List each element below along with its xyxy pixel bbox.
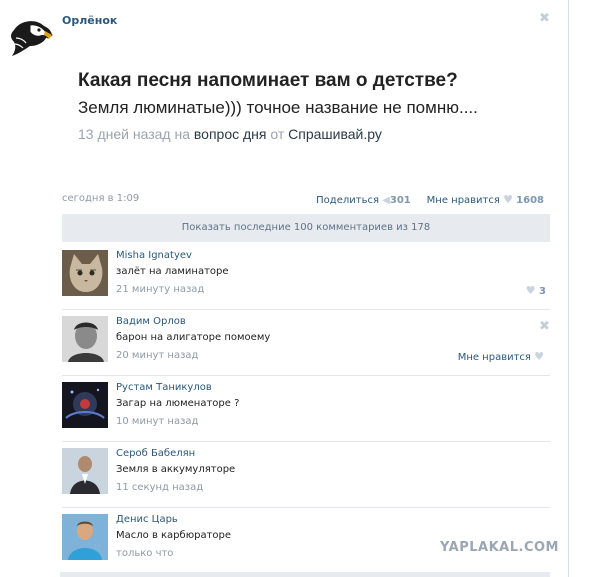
like-button[interactable]: Мне нравится ♥ 1608 bbox=[426, 193, 544, 206]
comment-text: барон на алигаторе помоему bbox=[116, 332, 271, 343]
commenter-avatar[interactable] bbox=[62, 250, 108, 296]
comment-text: Земля в аккумуляторе bbox=[116, 464, 236, 475]
comment-like-button[interactable]: ♥ 3 bbox=[526, 284, 546, 297]
comment-text: залёт на ламинаторе bbox=[116, 266, 229, 277]
shared-question: Какая песня напоминает вам о детстве? Зе… bbox=[78, 70, 548, 142]
comment-item: Вадим Орлов барон на алигаторе помоему 2… bbox=[62, 310, 550, 376]
source-link[interactable]: Спрашивай.ру bbox=[288, 126, 382, 142]
cat-photo-icon bbox=[62, 250, 108, 296]
comment-like-count: 3 bbox=[539, 286, 546, 297]
comment-like-label: Мне нравится bbox=[457, 352, 531, 363]
close-icon[interactable]: ✖ bbox=[539, 320, 550, 333]
share-label: Поделиться bbox=[316, 195, 379, 206]
commenter-name[interactable]: Денис Царь bbox=[116, 514, 178, 525]
commenter-avatar[interactable] bbox=[62, 316, 108, 362]
comment-like-button[interactable]: Мне нравится ♥ bbox=[458, 350, 544, 363]
question-meta-time: 13 дней назад на bbox=[78, 126, 190, 142]
comment-item: Сероб Бабелян Земля в аккумуляторе 11 се… bbox=[62, 442, 550, 508]
megaphone-icon: ◀ bbox=[382, 195, 390, 206]
author-avatar[interactable] bbox=[8, 16, 54, 58]
person-photo-icon bbox=[62, 514, 108, 560]
eagle-logo-icon bbox=[11, 21, 53, 56]
watermark: YAPLAKAL.COM bbox=[440, 540, 559, 555]
commenter-avatar[interactable] bbox=[62, 448, 108, 494]
heart-icon: ♥ bbox=[534, 350, 544, 363]
question-title[interactable]: Какая песня напоминает вам о детстве? bbox=[78, 70, 548, 92]
like-count: 1608 bbox=[516, 195, 544, 206]
comment-time[interactable]: 21 минуту назад bbox=[116, 284, 204, 295]
question-meta-from: от bbox=[270, 126, 285, 142]
comment-time[interactable]: 20 минут назад bbox=[116, 350, 198, 361]
commenter-name[interactable]: Рустам Таникулов bbox=[116, 382, 212, 393]
question-of-day-link[interactable]: вопрос дня bbox=[194, 126, 267, 142]
comment-item: Misha Ignatyev залёт на ламинаторе 21 ми… bbox=[62, 244, 550, 310]
comment-time[interactable]: только что bbox=[116, 548, 173, 559]
commenter-avatar[interactable] bbox=[62, 382, 108, 428]
heart-icon: ♥ bbox=[525, 284, 536, 297]
like-label: Мне нравится bbox=[426, 195, 500, 206]
comment-item: Рустам Таникулов Загар на люменаторе ? 1… bbox=[62, 376, 550, 442]
post-actions: Поделиться ◀301 Мне нравится ♥ 1608 bbox=[316, 193, 544, 206]
share-count: 301 bbox=[389, 195, 411, 206]
commenter-name[interactable]: Сероб Бабелян bbox=[116, 448, 195, 459]
comment-time[interactable]: 11 секунд назад bbox=[116, 482, 203, 493]
person-photo-icon bbox=[62, 382, 108, 428]
commenter-name[interactable]: Misha Ignatyev bbox=[116, 250, 192, 261]
page-edge-divider bbox=[568, 0, 569, 577]
person-photo-icon bbox=[62, 448, 108, 494]
wall-post: Орлёнок ✖ Какая песня напоминает вам о д… bbox=[0, 0, 570, 577]
question-meta: 13 дней назад на вопрос дня от Спрашивай… bbox=[78, 126, 548, 142]
close-icon[interactable]: ✖ bbox=[539, 12, 550, 25]
post-author-name[interactable]: Орлёнок bbox=[62, 14, 117, 27]
commenter-name[interactable]: Вадим Орлов bbox=[116, 316, 186, 327]
show-more-comments-button[interactable]: Показать последние 100 комментариев из 1… bbox=[62, 214, 550, 242]
person-photo-icon bbox=[62, 316, 108, 362]
heart-icon: ♥ bbox=[503, 193, 513, 206]
comment-input-bar[interactable] bbox=[60, 572, 550, 577]
comment-time[interactable]: 10 минут назад bbox=[116, 416, 198, 427]
post-timestamp[interactable]: сегодня в 1:09 bbox=[62, 193, 139, 204]
share-button[interactable]: Поделиться ◀301 bbox=[316, 195, 414, 206]
comment-text: Масло в карбюраторе bbox=[116, 530, 232, 541]
question-answer: Земля люминатые))) точное название не по… bbox=[78, 98, 478, 117]
comment-text: Загар на люменаторе ? bbox=[116, 398, 240, 409]
commenter-avatar[interactable] bbox=[62, 514, 108, 560]
